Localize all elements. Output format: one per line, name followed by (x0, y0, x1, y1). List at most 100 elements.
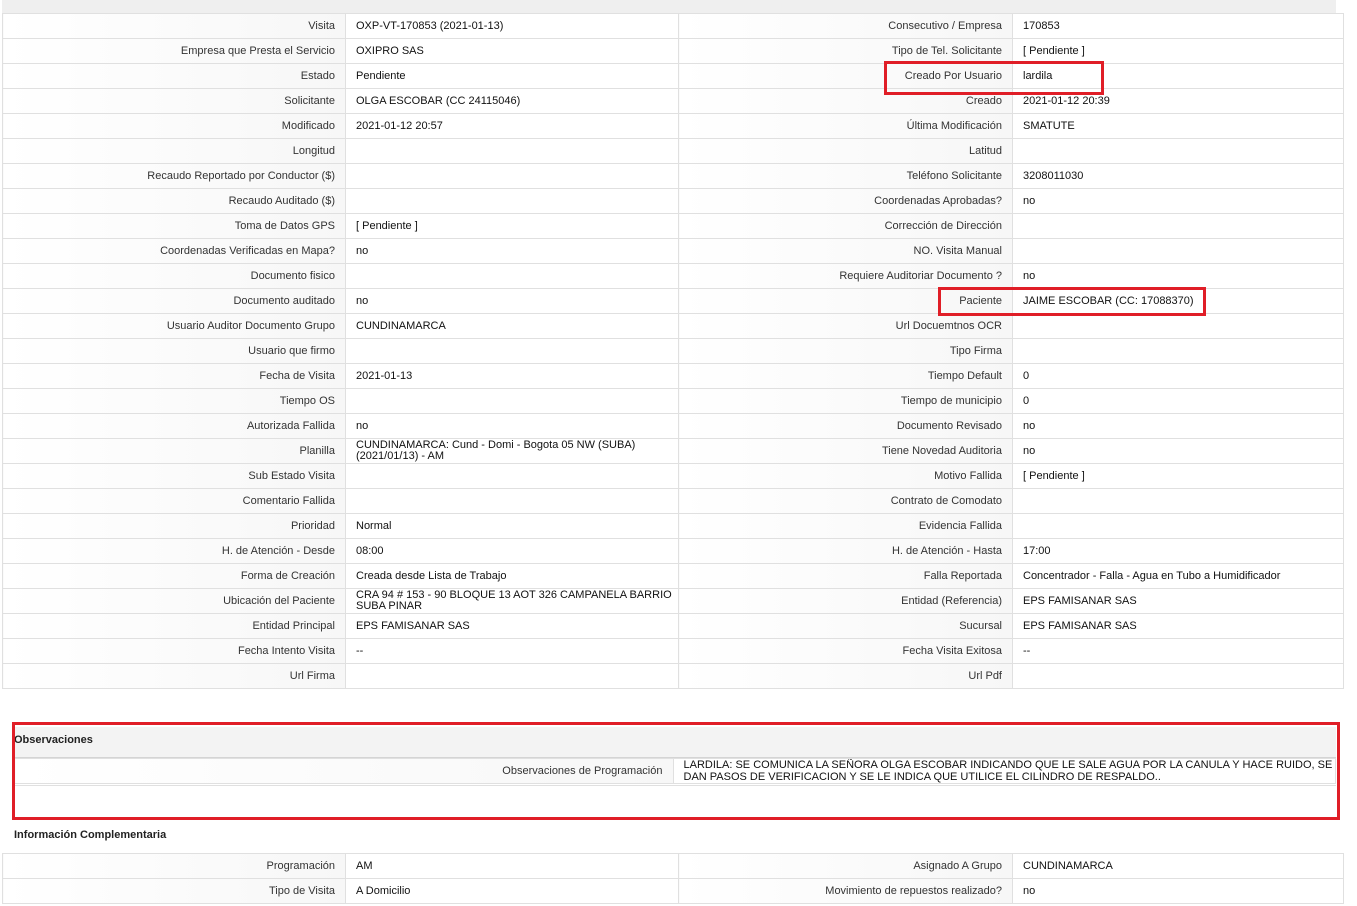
field-label: Tipo de Tel. Solicitante (678, 38, 1013, 64)
detail-row: Recaudo Reportado por Conductor ($) Teléf… (2, 163, 1344, 189)
field-value: 0 (1012, 363, 1344, 389)
field-value: 0 (1012, 388, 1344, 414)
field-value (1012, 338, 1344, 364)
field-label: Modificado (2, 113, 346, 139)
field-label: Tiempo OS (2, 388, 346, 414)
field-value (1012, 663, 1344, 689)
field-value (345, 663, 679, 689)
field-label: Visita (2, 13, 346, 39)
field-label: Documento fisico (2, 263, 346, 289)
field-label: Evidencia Fallida (678, 513, 1013, 539)
detail-row: Url Firma Url Pdf (2, 663, 1344, 689)
detail-row: Prioridad Normal Evidencia Fallida (2, 513, 1344, 539)
detail-row: Planilla CUNDINAMARCA: Cund - Domi - Bogo… (2, 438, 1344, 464)
field-label: Teléfono Solicitante (678, 163, 1013, 189)
field-value: 2021-01-12 20:39 (1012, 88, 1344, 114)
detail-row: H. de Atención - Desde 08:00 H. de Atenció… (2, 538, 1344, 564)
field-value: CUNDINAMARCA: Cund - Domi - Bogota 05 NW… (345, 438, 679, 464)
detail-row: Recaudo Auditado ($) Coordenadas Aprobada… (2, 188, 1344, 214)
field-label: Tipo Firma (678, 338, 1013, 364)
field-value: no (345, 238, 679, 264)
field-value: 17:00 (1012, 538, 1344, 564)
field-value: Normal (345, 513, 679, 539)
field-label: Consecutivo / Empresa (678, 13, 1013, 39)
field-label: Requiere Auditoriar Documento ? (678, 263, 1013, 289)
field-label: Estado (2, 63, 346, 89)
detail-row: Fecha de Visita 2021-01-13 Tiempo Default… (2, 363, 1344, 389)
field-value (1012, 138, 1344, 164)
field-value: no (1012, 413, 1344, 439)
field-label: Creado Por Usuario (678, 63, 1013, 89)
field-value: no (1012, 878, 1344, 904)
detail-row: Toma de Datos GPS[ Pendiente ] Corrección… (2, 213, 1344, 239)
field-label: Usuario que firmo (2, 338, 346, 364)
field-label: Forma de Creación (2, 563, 346, 589)
field-value: [ Pendiente ] (345, 213, 679, 239)
field-label: Fecha Intento Visita (2, 638, 346, 664)
detail-row: Documento fisico Requiere Auditoriar Docu… (2, 263, 1344, 289)
field-value: no (345, 288, 679, 314)
field-label: Ubicación del Paciente (2, 588, 346, 614)
field-value: OLGA ESCOBAR (CC 24115046) (345, 88, 679, 114)
field-value: -- (1012, 638, 1344, 664)
detail-row: Autorizada Fallida no Documento Revisado … (2, 413, 1344, 439)
detail-row: Longitud Latitud (2, 138, 1344, 164)
field-value: SMATUTE (1012, 113, 1344, 139)
field-label: Asignado A Grupo (678, 853, 1013, 879)
field-label: Fecha Visita Exitosa (678, 638, 1013, 664)
field-value: Creada desde Lista de Trabajo (345, 563, 679, 589)
field-value: 3208011030 (1012, 163, 1344, 189)
field-label: Solicitante (2, 88, 346, 114)
field-label: Autorizada Fallida (2, 413, 346, 439)
field-value: CRA 94 # 153 - 90 BLOQUE 13 AOT 326 CAMP… (345, 588, 679, 614)
field-label: H. de Atención - Desde (2, 538, 346, 564)
field-value (345, 138, 679, 164)
field-value (1012, 238, 1344, 264)
detail-row: Programación AM Asignado A Grupo CUNDINAMAR… (2, 853, 1344, 879)
field-label: Sucursal (678, 613, 1013, 639)
field-value (1012, 213, 1344, 239)
field-value: EPS FAMISANAR SAS (345, 613, 679, 639)
field-value: AM (345, 853, 679, 879)
field-label: Entidad Principal (2, 613, 346, 639)
field-label: Motivo Fallida (678, 463, 1013, 489)
field-value: -- (345, 638, 679, 664)
field-value (345, 163, 679, 189)
field-value (345, 488, 679, 514)
field-label: Url Pdf (678, 663, 1013, 689)
field-value: no (1012, 188, 1344, 214)
field-value: [ Pendiente ] (1012, 38, 1344, 64)
field-label: Comentario Fallida (2, 488, 346, 514)
field-label: Coordenadas Aprobadas? (678, 188, 1013, 214)
field-value: no (1012, 438, 1344, 464)
field-value: no (345, 413, 679, 439)
field-label: Documento auditado (2, 288, 346, 314)
complementaria-table: Programación AM Asignado A Grupo CUNDINAMAR… (2, 853, 1344, 904)
field-label: Programación (2, 853, 346, 879)
details-table: Visita OXP-VT-170853 (2021-01-13) Consecut… (2, 13, 1344, 689)
detail-row: Ubicación del Paciente CRA 94 # 153 - 90 … (2, 588, 1344, 614)
field-value: OXIPRO SAS (345, 38, 679, 64)
detail-row: Fecha Intento Visita -- Fecha Visita Exit… (2, 638, 1344, 664)
field-label: Tiempo de municipio (678, 388, 1013, 414)
detail-row: Forma de Creación Creada desde Lista de T… (2, 563, 1344, 589)
field-label: Empresa que Presta el Servicio (2, 38, 346, 64)
field-value (345, 388, 679, 414)
field-value: 08:00 (345, 538, 679, 564)
field-value: [ Pendiente ] (1012, 463, 1344, 489)
field-label: Tiene Novedad Auditoria (678, 438, 1013, 464)
field-label: Falla Reportada (678, 563, 1013, 589)
field-label: Tiempo Default (678, 363, 1013, 389)
field-label: Tipo de Visita (2, 878, 346, 904)
detail-row: Comentario Fallida Contrato de Comodato (2, 488, 1344, 514)
field-value: EPS FAMISANAR SAS (1012, 588, 1344, 614)
field-label: Sub Estado Visita (2, 463, 346, 489)
field-label: Recaudo Reportado por Conductor ($) (2, 163, 346, 189)
detail-row: Tiempo OS Tiempo de municipio 0 (2, 388, 1344, 414)
field-value (1012, 313, 1344, 339)
field-label: Toma de Datos GPS (2, 213, 346, 239)
field-value: CUNDINAMARCA (345, 313, 679, 339)
field-value (345, 338, 679, 364)
field-label: Latitud (678, 138, 1013, 164)
field-label: Documento Revisado (678, 413, 1013, 439)
